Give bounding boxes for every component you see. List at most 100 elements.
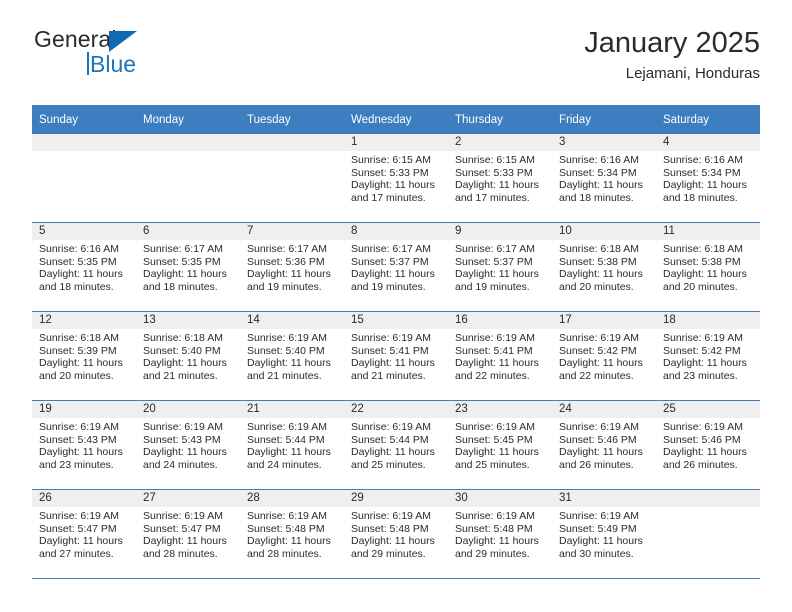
day-cell-inner: 8 Sunrise: 6:17 AM Sunset: 5:37 PM Daylight… [344,223,448,311]
sunrise-text: Sunrise: 6:19 AM [247,421,327,433]
calendar-day-cell[interactable]: 3 Sunrise: 6:16 AM Sunset: 5:34 PM Daylight… [552,134,656,223]
calendar-day-cell[interactable]: 2 Sunrise: 6:15 AM Sunset: 5:33 PM Daylight… [448,134,552,223]
calendar-day-cell[interactable]: 6 Sunrise: 6:17 AM Sunset: 5:35 PM Daylight… [136,222,240,312]
day-cell-inner: 22 Sunrise: 6:19 AM Sunset: 5:44 PM Dayligh… [344,401,448,489]
day-number [32,134,136,151]
calendar-day-cell[interactable]: 13 Sunrise: 6:18 AM Sunset: 5:40 PM Dayligh… [136,311,240,401]
day-number: 8 [344,223,448,240]
daylight-text-line2: and 20 minutes. [559,280,634,293]
calendar-day-cell[interactable]: 19 Sunrise: 6:19 AM Sunset: 5:43 PM Dayligh… [32,400,136,490]
calendar-day-cell[interactable]: 18 Sunrise: 6:19 AM Sunset: 5:42 PM Dayligh… [656,311,760,401]
calendar-day-cell[interactable]: 4 Sunrise: 6:16 AM Sunset: 5:34 PM Daylight… [656,134,760,223]
day-details: Sunrise: 6:19 AM Sunset: 5:48 PM Daylight:… [344,507,448,560]
day-number: 18 [656,312,760,329]
daylight-text-line1: Daylight: 11 hours [143,268,227,281]
daylight-text-line1: Daylight: 11 hours [143,535,227,548]
day-details: Sunrise: 6:19 AM Sunset: 5:47 PM Daylight:… [136,507,240,560]
sunrise-text: Sunrise: 6:19 AM [559,332,639,344]
sunrise-text: Sunrise: 6:17 AM [143,243,223,255]
day-number: 27 [136,490,240,507]
weekday-header-wednesday: Wednesday [344,105,448,134]
day-cell-inner: 3 Sunrise: 6:16 AM Sunset: 5:34 PM Daylight… [552,134,656,222]
sunset-text: Sunset: 5:36 PM [247,255,325,268]
calendar-day-cell[interactable]: 26 Sunrise: 6:19 AM Sunset: 5:47 PM Dayligh… [32,489,136,579]
daylight-text-line1: Daylight: 11 hours [455,357,539,370]
calendar-day-cell[interactable]: 16 Sunrise: 6:19 AM Sunset: 5:41 PM Dayligh… [448,311,552,401]
sunset-text: Sunset: 5:33 PM [455,166,533,179]
day-details: Sunrise: 6:19 AM Sunset: 5:41 PM Daylight:… [448,329,552,382]
calendar-day-cell[interactable]: 31 Sunrise: 6:19 AM Sunset: 5:49 PM Dayligh… [552,489,656,579]
calendar-day-cell[interactable]: 20 Sunrise: 6:19 AM Sunset: 5:43 PM Dayligh… [136,400,240,490]
calendar-week-row: 1 Sunrise: 6:15 AM Sunset: 5:33 PM Daylight… [32,134,760,223]
daylight-text-line1: Daylight: 11 hours [143,357,227,370]
day-details: Sunrise: 6:19 AM Sunset: 5:49 PM Daylight:… [552,507,656,560]
daylight-text-line1: Daylight: 11 hours [39,446,123,459]
sunrise-text: Sunrise: 6:19 AM [351,332,431,344]
day-number: 9 [448,223,552,240]
daylight-text-line1: Daylight: 11 hours [455,179,539,192]
sunset-text: Sunset: 5:40 PM [143,344,221,357]
day-details: Sunrise: 6:19 AM Sunset: 5:43 PM Daylight:… [32,418,136,471]
calendar-day-cell[interactable]: 11 Sunrise: 6:18 AM Sunset: 5:38 PM Dayligh… [656,222,760,312]
calendar-day-cell[interactable]: 22 Sunrise: 6:19 AM Sunset: 5:44 PM Dayligh… [344,400,448,490]
day-number: 26 [32,490,136,507]
day-cell-inner: 20 Sunrise: 6:19 AM Sunset: 5:43 PM Dayligh… [136,401,240,489]
calendar-day-cell[interactable]: 30 Sunrise: 6:19 AM Sunset: 5:48 PM Dayligh… [448,489,552,579]
day-cell-inner: 28 Sunrise: 6:19 AM Sunset: 5:48 PM Dayligh… [240,490,344,578]
calendar-week-row: 12 Sunrise: 6:18 AM Sunset: 5:39 PM Dayligh… [32,311,760,401]
sunset-text: Sunset: 5:40 PM [247,344,325,357]
weekday-header-thursday: Thursday [448,105,552,134]
sunrise-text: Sunrise: 6:19 AM [663,421,743,433]
sunset-text: Sunset: 5:38 PM [559,255,637,268]
daylight-text-line1: Daylight: 11 hours [351,535,435,548]
day-cell-inner [240,134,344,222]
weekday-header-saturday: Saturday [656,105,760,134]
calendar-day-cell[interactable]: 9 Sunrise: 6:17 AM Sunset: 5:37 PM Daylight… [448,222,552,312]
day-cell-inner: 12 Sunrise: 6:18 AM Sunset: 5:39 PM Dayligh… [32,312,136,400]
calendar-day-cell[interactable]: 21 Sunrise: 6:19 AM Sunset: 5:44 PM Dayligh… [240,400,344,490]
calendar-day-cell[interactable]: 29 Sunrise: 6:19 AM Sunset: 5:48 PM Dayligh… [344,489,448,579]
day-cell-inner: 30 Sunrise: 6:19 AM Sunset: 5:48 PM Dayligh… [448,490,552,578]
day-details: Sunrise: 6:19 AM Sunset: 5:42 PM Daylight:… [552,329,656,382]
day-number: 31 [552,490,656,507]
calendar-day-cell[interactable]: 7 Sunrise: 6:17 AM Sunset: 5:36 PM Daylight… [240,222,344,312]
daylight-text-line1: Daylight: 11 hours [663,446,747,459]
calendar-day-cell[interactable]: 1 Sunrise: 6:15 AM Sunset: 5:33 PM Daylight… [344,134,448,223]
calendar-day-cell[interactable]: 12 Sunrise: 6:18 AM Sunset: 5:39 PM Dayligh… [32,311,136,401]
daylight-text-line2: and 19 minutes. [247,280,322,293]
calendar-day-cell[interactable]: 27 Sunrise: 6:19 AM Sunset: 5:47 PM Dayligh… [136,489,240,579]
calendar-day-cell[interactable]: 10 Sunrise: 6:18 AM Sunset: 5:38 PM Dayligh… [552,222,656,312]
sunrise-text: Sunrise: 6:19 AM [455,510,535,522]
calendar-day-cell[interactable]: 15 Sunrise: 6:19 AM Sunset: 5:41 PM Dayligh… [344,311,448,401]
brand-logo[interactable]: General Blue [32,28,252,88]
day-details: Sunrise: 6:18 AM Sunset: 5:38 PM Daylight:… [656,240,760,293]
day-cell-inner: 7 Sunrise: 6:17 AM Sunset: 5:36 PM Daylight… [240,223,344,311]
day-details: Sunrise: 6:19 AM Sunset: 5:48 PM Daylight:… [448,507,552,560]
day-number: 12 [32,312,136,329]
day-cell-inner: 18 Sunrise: 6:19 AM Sunset: 5:42 PM Dayligh… [656,312,760,400]
day-cell-inner: 25 Sunrise: 6:19 AM Sunset: 5:46 PM Dayligh… [656,401,760,489]
day-number: 6 [136,223,240,240]
sunset-text: Sunset: 5:47 PM [39,522,117,535]
calendar-day-cell [656,489,760,579]
calendar-day-cell[interactable]: 8 Sunrise: 6:17 AM Sunset: 5:37 PM Daylight… [344,222,448,312]
sunset-text: Sunset: 5:48 PM [455,522,533,535]
calendar-day-cell[interactable]: 17 Sunrise: 6:19 AM Sunset: 5:42 PM Dayligh… [552,311,656,401]
day-number [240,134,344,151]
day-number: 5 [32,223,136,240]
daylight-text-line1: Daylight: 11 hours [559,179,643,192]
calendar-day-cell[interactable]: 14 Sunrise: 6:19 AM Sunset: 5:40 PM Dayligh… [240,311,344,401]
day-details: Sunrise: 6:17 AM Sunset: 5:35 PM Daylight:… [136,240,240,293]
day-details: Sunrise: 6:19 AM Sunset: 5:45 PM Daylight:… [448,418,552,471]
calendar-day-cell[interactable]: 25 Sunrise: 6:19 AM Sunset: 5:46 PM Dayligh… [656,400,760,490]
day-cell-inner: 23 Sunrise: 6:19 AM Sunset: 5:45 PM Dayligh… [448,401,552,489]
sunset-text: Sunset: 5:47 PM [143,522,221,535]
page-subtitle: Lejamani, Honduras [625,65,760,83]
daylight-text-line1: Daylight: 11 hours [455,446,539,459]
sunrise-text: Sunrise: 6:17 AM [455,243,535,255]
calendar-day-cell[interactable]: 28 Sunrise: 6:19 AM Sunset: 5:48 PM Dayligh… [240,489,344,579]
calendar-day-cell[interactable]: 5 Sunrise: 6:16 AM Sunset: 5:35 PM Daylight… [32,222,136,312]
calendar-day-cell[interactable]: 24 Sunrise: 6:19 AM Sunset: 5:46 PM Dayligh… [552,400,656,490]
calendar-day-cell[interactable]: 23 Sunrise: 6:19 AM Sunset: 5:45 PM Dayligh… [448,400,552,490]
calendar-week-row: 19 Sunrise: 6:19 AM Sunset: 5:43 PM Dayligh… [32,400,760,490]
